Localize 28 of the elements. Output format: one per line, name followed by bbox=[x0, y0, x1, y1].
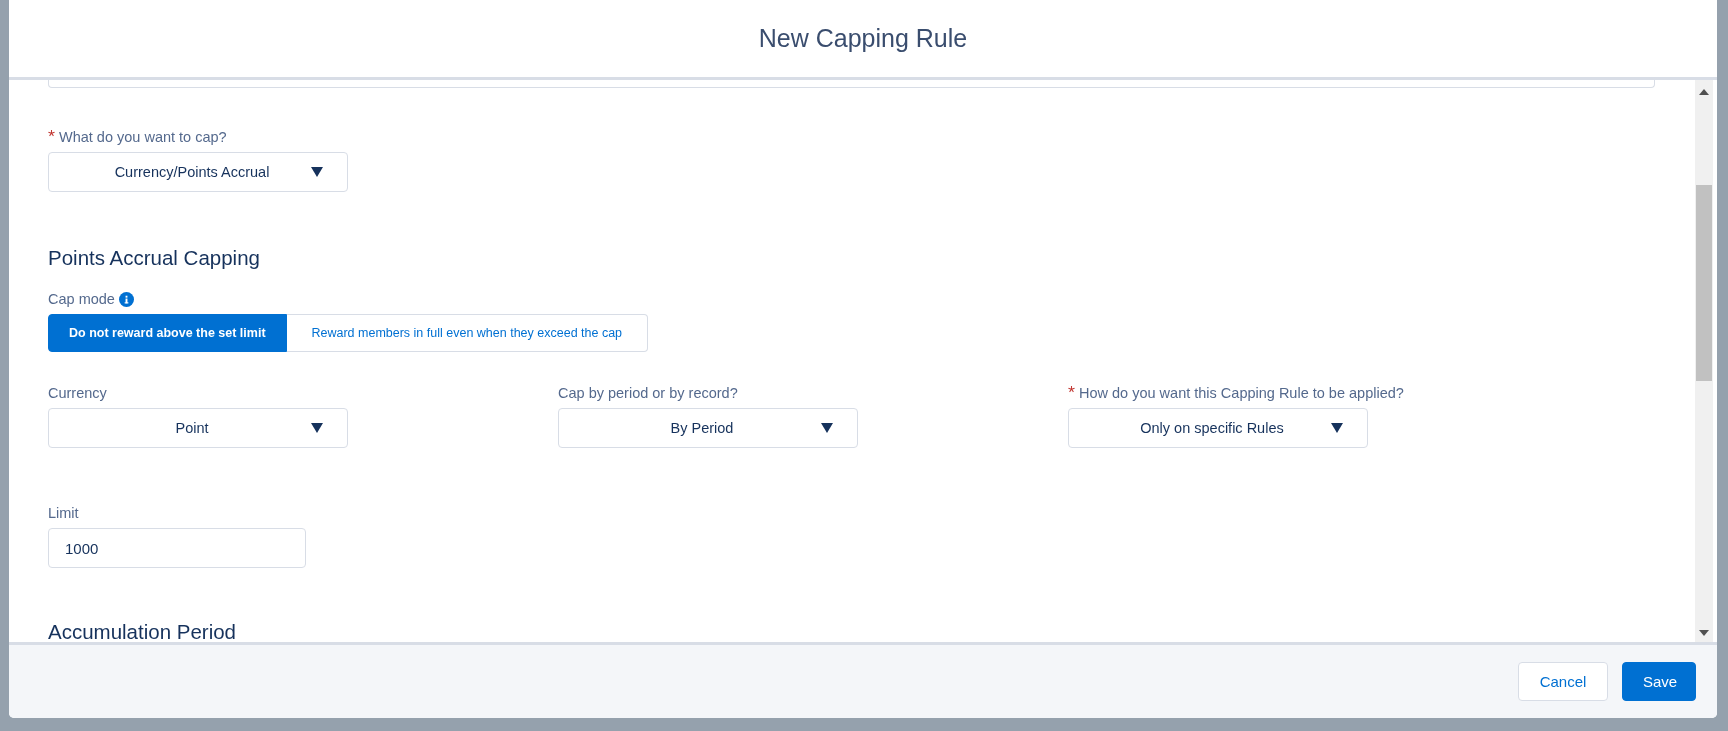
caret-icon bbox=[311, 167, 323, 177]
field-label: Cap mode bbox=[48, 291, 115, 307]
caret-icon bbox=[821, 423, 833, 433]
field-label: How do you want this Capping Rule to be applied? bbox=[1079, 385, 1404, 401]
select-dropdown[interactable]: Point bbox=[48, 408, 348, 448]
field-label: Cap by period or by record? bbox=[558, 385, 738, 401]
cancel-button[interactable]: Cancel bbox=[1518, 662, 1608, 701]
caret-icon bbox=[311, 423, 323, 433]
select-dropdown[interactable]: Only on specific Rules bbox=[1068, 408, 1368, 448]
section-heading: Points Accrual Capping bbox=[48, 246, 261, 271]
modal-title: New Capping Rule bbox=[758, 24, 968, 53]
field-label: Currency bbox=[48, 385, 107, 401]
field-label: What do you want to cap? bbox=[59, 129, 227, 145]
scroll-up-icon[interactable] bbox=[1699, 89, 1709, 95]
toggle-option-button[interactable]: Do not reward above the set limit bbox=[48, 314, 287, 352]
select-dropdown[interactable]: Currency/Points Accrual bbox=[48, 152, 348, 192]
info-icon[interactable] bbox=[118, 291, 134, 307]
limit-input-field[interactable]: 1000 bbox=[48, 528, 306, 568]
save-button[interactable]: Save bbox=[1622, 662, 1696, 701]
input-field[interactable] bbox=[48, 80, 1655, 88]
field-label: Limit bbox=[48, 505, 79, 521]
scrollbar[interactable] bbox=[1695, 80, 1713, 645]
scroll-down-icon[interactable] bbox=[1699, 630, 1709, 636]
scrollbar-thumb[interactable] bbox=[1696, 185, 1712, 381]
caret-icon bbox=[1331, 423, 1343, 433]
toggle-option-button[interactable]: Reward members in full even when they exceed the cap bbox=[286, 314, 648, 352]
select-dropdown[interactable]: By Period bbox=[558, 408, 858, 448]
section-heading: Accumulation Period bbox=[48, 620, 237, 645]
